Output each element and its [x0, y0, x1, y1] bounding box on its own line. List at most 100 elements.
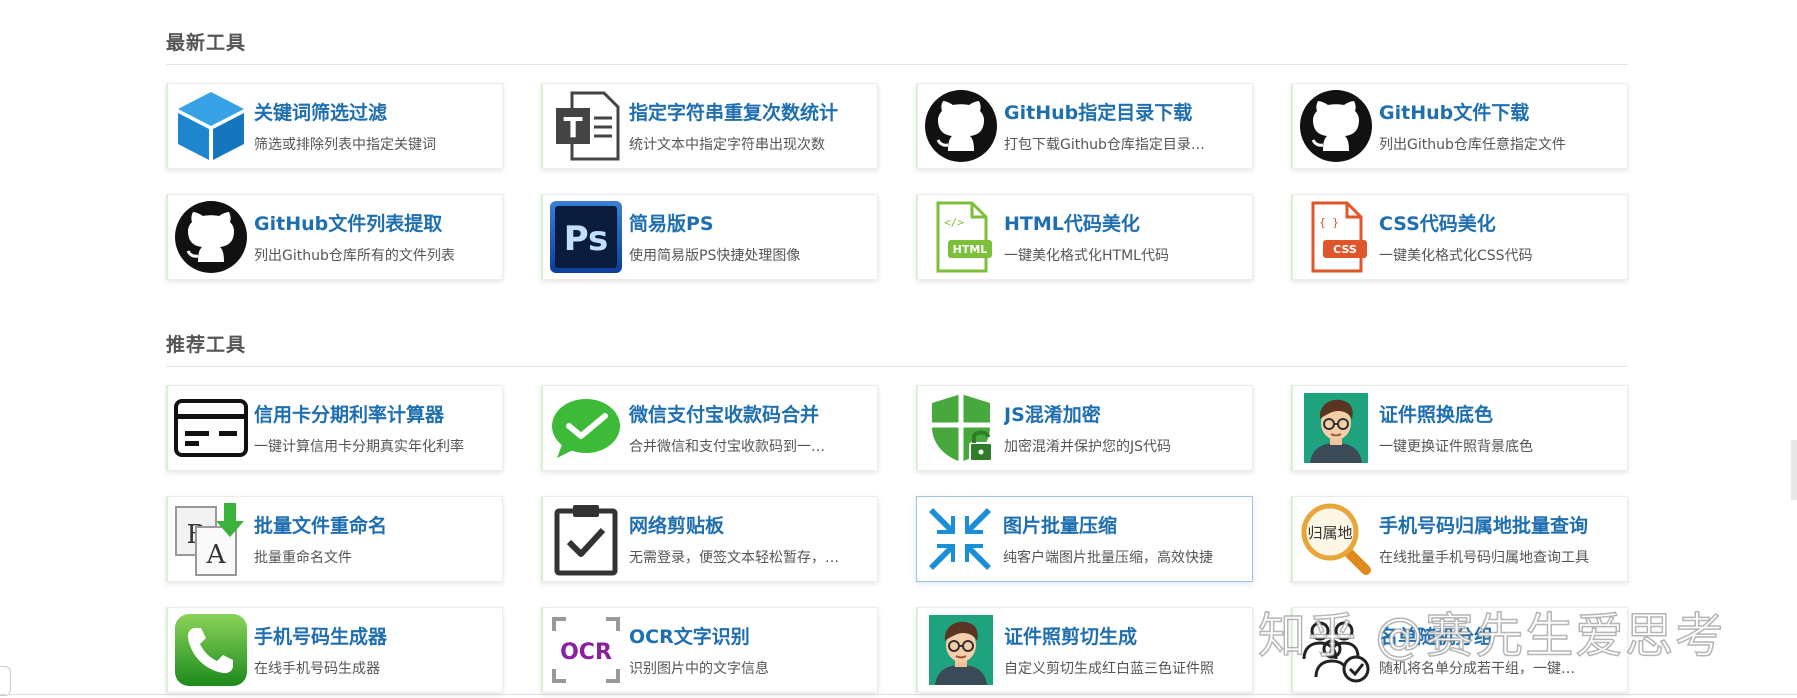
- bottom-divider: [0, 694, 1797, 695]
- svg-text:OCR: OCR: [560, 640, 612, 665]
- tool-card[interactable]: 网络剪贴板无需登录，便签文本轻松暂存，…: [541, 496, 878, 582]
- tool-card[interactable]: GitHub文件下载列出Github仓库任意指定文件: [1291, 83, 1628, 169]
- group-icon: [1293, 607, 1379, 693]
- section-divider: [166, 366, 1628, 367]
- svg-text:Ps: Ps: [564, 219, 609, 259]
- scrollbar[interactable]: [1791, 440, 1797, 500]
- photoshop-icon: Ps: [543, 194, 629, 280]
- svg-text:</>: </>: [944, 216, 964, 229]
- tool-card-text: 指定字符串重复次数统计统计文本中指定字符串出现次数: [629, 98, 877, 154]
- tool-card[interactable]: 归属地 手机号码归属地批量查询在线批量手机号码归属地查询工具: [1291, 496, 1628, 582]
- tool-card-text: OCR文字识别识别图片中的文字信息: [629, 622, 877, 678]
- tool-description: 打包下载Github仓库指定目录…: [1004, 137, 1205, 153]
- tool-card-text: 简易版PS 使用简易版PS快捷处理图像: [629, 209, 877, 265]
- tool-card-text: 图片批量压缩纯客户端图片批量压缩，高效快捷: [1003, 511, 1252, 567]
- tool-card-text: 网络剪贴板无需登录，便签文本轻松暂存，…: [629, 511, 877, 567]
- tool-card[interactable]: 信用卡分期利率计算器 一键计算信用卡分期真实年化利率: [166, 385, 503, 471]
- tool-card[interactable]: 名单随机分组随机将名单分成若干组，一键…: [1291, 607, 1628, 693]
- tool-title-link[interactable]: 名单随机分组: [1379, 622, 1617, 649]
- tool-card[interactable]: T 指定字符串重复次数统计统计文本中指定字符串出现次数: [541, 83, 878, 169]
- tool-title-link[interactable]: 手机号码生成器: [254, 622, 492, 649]
- side-tab[interactable]: [0, 666, 11, 696]
- avatar-icon: [1293, 385, 1379, 471]
- credit-card-icon: [168, 385, 254, 471]
- tool-title-link[interactable]: 指定字符串重复次数统计: [629, 98, 867, 125]
- tool-title-link[interactable]: 关键词筛选过滤: [254, 98, 492, 125]
- tool-title-link[interactable]: GitHub文件列表提取: [254, 209, 492, 236]
- tool-description: 批量重命名文件: [254, 550, 352, 566]
- tool-description: 列出Github仓库任意指定文件: [1379, 137, 1566, 153]
- tool-card-text: 微信支付宝收款码合并 合并微信和支付宝收款码到一…: [629, 400, 877, 456]
- tool-description: 在线批量手机号码归属地查询工具: [1379, 550, 1589, 566]
- tool-card-text: GitHub文件下载列出Github仓库任意指定文件: [1379, 98, 1627, 154]
- tool-title-link[interactable]: HTML代码美化: [1004, 209, 1242, 236]
- clipboard-check-icon: [543, 496, 629, 582]
- tool-title-link[interactable]: JS混淆加密: [1004, 400, 1242, 427]
- phone-icon: [168, 607, 254, 693]
- tool-card[interactable]: 图片批量压缩纯客户端图片批量压缩，高效快捷: [916, 496, 1253, 582]
- latest-tools-grid: 关键词筛选过滤 筛选或排除列表中指定关键词 T 指定字符串重复次数统计统计文本中指…: [166, 83, 1628, 280]
- wechat-icon: [543, 385, 629, 471]
- tool-card-text: 证件照剪切生成 自定义剪切生成红白蓝三色证件照: [1004, 622, 1252, 678]
- tool-card-text: HTML代码美化一键美化格式化HTML代码: [1004, 209, 1252, 265]
- tool-card-text: 名单随机分组随机将名单分成若干组，一键…: [1379, 622, 1627, 678]
- tool-title-link[interactable]: OCR文字识别: [629, 622, 867, 649]
- tool-title-link[interactable]: 微信支付宝收款码合并: [629, 400, 867, 427]
- tool-card[interactable]: GitHub指定目录下载打包下载Github仓库指定目录…: [916, 83, 1253, 169]
- tool-title-link[interactable]: 简易版PS: [629, 209, 867, 236]
- tool-card[interactable]: { } CSS CSS代码美化一键美化格式化CSS代码: [1291, 194, 1628, 280]
- tool-card-text: GitHub指定目录下载打包下载Github仓库指定目录…: [1004, 98, 1252, 154]
- tool-description: 识别图片中的文字信息: [629, 661, 769, 677]
- tool-title-link[interactable]: GitHub指定目录下载: [1004, 98, 1242, 125]
- tool-title-link[interactable]: 信用卡分期利率计算器: [254, 400, 492, 427]
- tool-title-link[interactable]: GitHub文件下载: [1379, 98, 1617, 125]
- tool-card[interactable]: 关键词筛选过滤 筛选或排除列表中指定关键词: [166, 83, 503, 169]
- tool-card[interactable]: Ps 简易版PS 使用简易版PS快捷处理图像: [541, 194, 878, 280]
- tool-card[interactable]: OCR OCR文字识别识别图片中的文字信息: [541, 607, 878, 693]
- css-file-icon: { } CSS: [1293, 194, 1379, 280]
- tool-card[interactable]: B A 批量文件重命名批量重命名文件: [166, 496, 503, 582]
- tool-card-text: 批量文件重命名批量重命名文件: [254, 511, 502, 567]
- tool-title-link[interactable]: 图片批量压缩: [1003, 511, 1242, 538]
- magnifier-location-icon: 归属地: [1293, 496, 1379, 582]
- tool-description: 一键美化格式化HTML代码: [1004, 248, 1169, 264]
- compress-arrows-icon: [917, 496, 1003, 582]
- tool-title-link[interactable]: CSS代码美化: [1379, 209, 1617, 236]
- tool-card-text: 证件照换底色 一键更换证件照背景底色: [1379, 400, 1627, 456]
- tool-card[interactable]: GitHub文件列表提取列出Github仓库所有的文件列表: [166, 194, 503, 280]
- tool-description: 随机将名单分成若干组，一键…: [1379, 661, 1575, 677]
- tool-title-link[interactable]: 手机号码归属地批量查询: [1379, 511, 1617, 538]
- tool-card[interactable]: </> HTML HTML代码美化 一键美化格式化HTML代码: [916, 194, 1253, 280]
- recommended-tools-grid: 信用卡分期利率计算器 一键计算信用卡分期真实年化利率 微信支付宝收款码合并 合并微信…: [166, 385, 1628, 693]
- tool-card[interactable]: 手机号码生成器在线手机号码生成器: [166, 607, 503, 693]
- tool-card[interactable]: 证件照剪切生成 自定义剪切生成红白蓝三色证件照: [916, 607, 1253, 693]
- tool-description: 统计文本中指定字符串出现次数: [629, 137, 825, 153]
- tool-description: 纯客户端图片批量压缩，高效快捷: [1003, 550, 1213, 566]
- tool-card-text: 信用卡分期利率计算器 一键计算信用卡分期真实年化利率: [254, 400, 502, 456]
- tool-card[interactable]: JS混淆加密 加密混淆并保护您的JS代码: [916, 385, 1253, 471]
- github-icon: [168, 194, 254, 280]
- tool-title-link[interactable]: 证件照换底色: [1379, 400, 1617, 427]
- tool-card-text: JS混淆加密 加密混淆并保护您的JS代码: [1004, 400, 1252, 456]
- tool-card[interactable]: 证件照换底色 一键更换证件照背景底色: [1291, 385, 1628, 471]
- batch-rename-icon: B A: [168, 496, 254, 582]
- ocr-icon: OCR: [543, 607, 629, 693]
- tool-title-link[interactable]: 网络剪贴板: [629, 511, 867, 538]
- text-document-icon: T: [543, 83, 629, 169]
- svg-text:归属地: 归属地: [1307, 524, 1352, 542]
- tool-description: 一键美化格式化CSS代码: [1379, 248, 1533, 264]
- tool-title-link[interactable]: 批量文件重命名: [254, 511, 492, 538]
- tool-card-text: 关键词筛选过滤 筛选或排除列表中指定关键词: [254, 98, 502, 154]
- tool-description: 无需登录，便签文本轻松暂存，…: [629, 550, 839, 566]
- tool-card-text: CSS代码美化一键美化格式化CSS代码: [1379, 209, 1627, 265]
- svg-text:{ }: { }: [1319, 216, 1339, 229]
- tool-description: 列出Github仓库所有的文件列表: [254, 248, 455, 264]
- tool-card-text: 手机号码生成器在线手机号码生成器: [254, 622, 502, 678]
- tool-title-link[interactable]: 证件照剪切生成: [1004, 622, 1242, 649]
- avatar-icon: [918, 607, 1004, 693]
- section-title-recommended: 推荐工具: [166, 334, 247, 356]
- github-icon: [1293, 83, 1379, 169]
- section-divider: [166, 64, 1628, 65]
- tool-description: 在线手机号码生成器: [254, 661, 380, 677]
- tool-card[interactable]: 微信支付宝收款码合并 合并微信和支付宝收款码到一…: [541, 385, 878, 471]
